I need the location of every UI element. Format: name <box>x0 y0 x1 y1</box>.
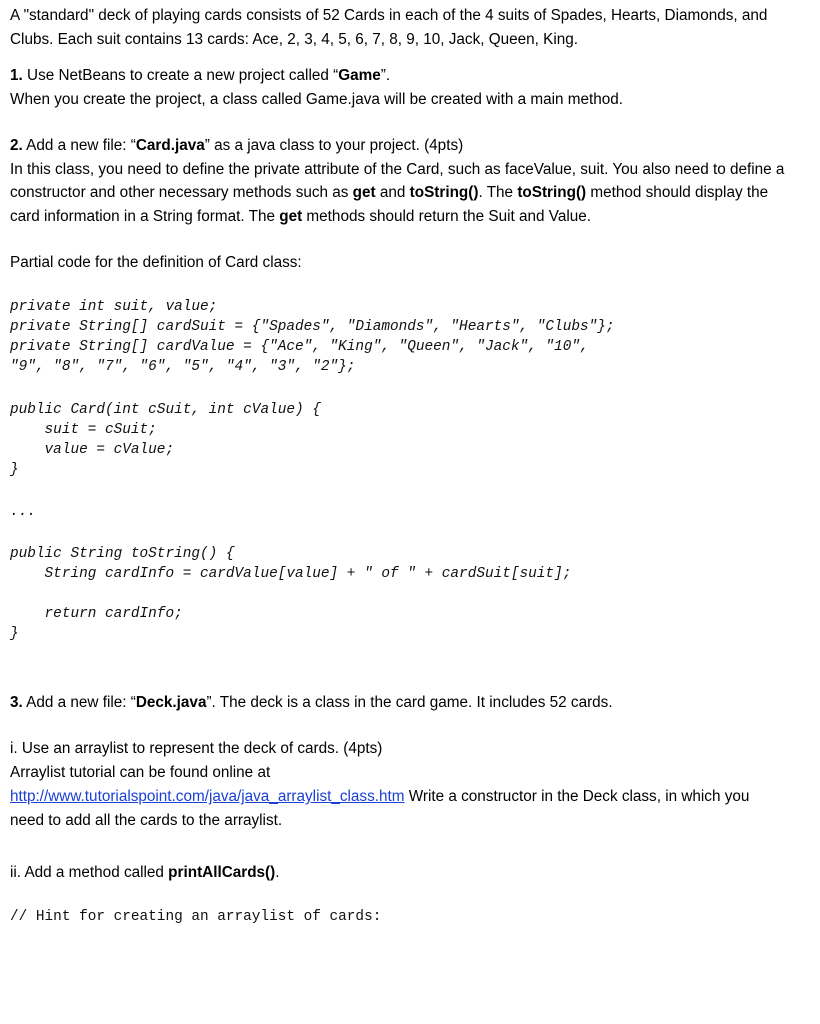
step-2-body-bold-1: get <box>352 184 376 202</box>
step-2-heading: 2. Add a new file: “Card.java” as a java… <box>10 134 785 158</box>
step-1-text-after: ”. <box>380 66 391 84</box>
step-3-sub-ii-text-before: ii. Add a method called <box>10 864 169 881</box>
step-1-number: 1. <box>10 66 23 84</box>
step-2-number: 2. <box>10 136 23 154</box>
step-1-heading: 1. Use NetBeans to create a new project … <box>10 64 785 88</box>
step-3-number: 3. <box>10 694 23 712</box>
step-2-body-bold-3: toString() <box>517 184 587 202</box>
step-2-body-seg-2: and <box>375 184 410 202</box>
step-3-text-after: ”. The deck is a class in the card game.… <box>206 694 613 712</box>
step-2-body: In this class, you need to define the pr… <box>10 158 785 230</box>
step-3-sub-i-label: i. Use an arraylist to represent the dec… <box>10 740 383 758</box>
step-3-sub-ii: ii. Add a method called printAllCards(). <box>10 861 785 885</box>
code-ellipsis: ... <box>10 503 36 520</box>
document-page: A "standard" deck of playing cards consi… <box>0 0 820 927</box>
step-2-body-bold-2: toString() <box>409 184 479 202</box>
step-3-sub-ii-bold-term: printAllCards() <box>168 864 276 881</box>
step-3-tutorial-line: Arraylist tutorial can be found online a… <box>10 764 271 782</box>
step-2-text-after: ” as a java class to your project. (4pts… <box>204 136 464 154</box>
step-2-bold-term: Card.java <box>135 136 205 154</box>
partial-code-caption: Partial code for the definition of Card … <box>10 254 302 272</box>
step-2-text-before: Add a new file: “ <box>22 136 136 154</box>
code-block-fields: private int suit, value; private String[… <box>10 299 615 376</box>
step-3-text-before: Add a new file: “ <box>22 694 136 712</box>
step-3-heading: 3. Add a new file: “Deck.java”. The deck… <box>10 691 785 715</box>
step-1-bold-term: Game <box>338 66 381 84</box>
code-block-tostring: public String toString() { String cardIn… <box>10 546 572 643</box>
intro-paragraph: A "standard" deck of playing cards consi… <box>10 7 768 48</box>
step-1-line-2: When you create the project, a class cal… <box>10 90 624 108</box>
step-3-bold-term: Deck.java <box>135 694 207 712</box>
step-2-body-seg-5: methods should return the Suit and Value… <box>302 208 592 226</box>
code-block-constructor: public Card(int cSuit, int cValue) { sui… <box>10 401 321 478</box>
arraylist-tutorial-link[interactable]: http://www.tutorialspoint.com/java/java_… <box>10 788 404 805</box>
hint-comment-line: // Hint for creating an arraylist of car… <box>10 908 382 925</box>
step-3-link-paragraph: http://www.tutorialspoint.com/java/java_… <box>10 785 785 833</box>
step-1-text-before: Use NetBeans to create a new project cal… <box>22 66 339 84</box>
step-3-sub-ii-text-after: . <box>275 864 280 881</box>
step-2-body-seg-3: . The <box>478 184 518 202</box>
step-2-body-bold-4: get <box>279 208 303 226</box>
